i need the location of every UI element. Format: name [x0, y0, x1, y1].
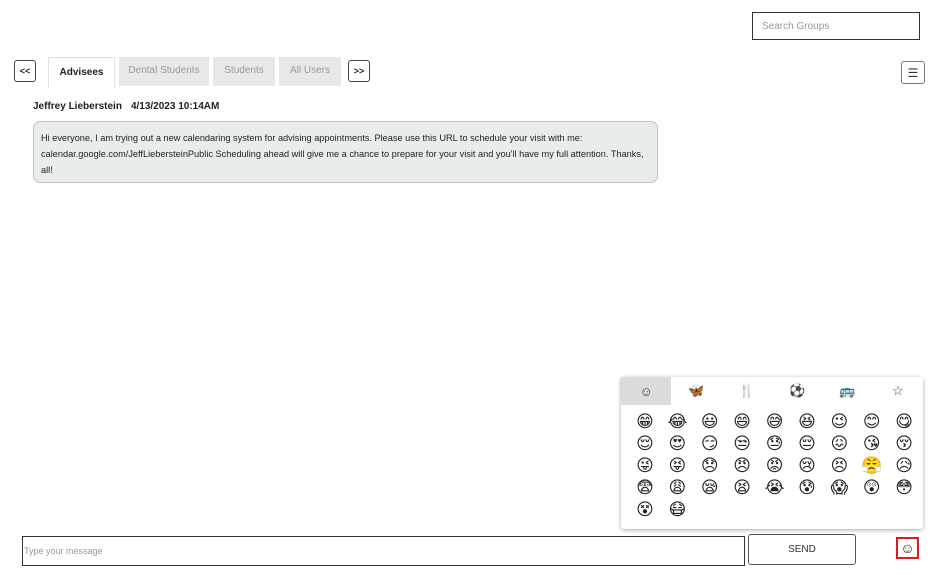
star-category-icon[interactable]: ☆ [873, 377, 923, 405]
emoji-item[interactable]: 😣 [828, 455, 850, 477]
tab-advisees[interactable]: Advisees [48, 57, 115, 88]
emoji-item[interactable]: 😜 [634, 455, 656, 477]
emoji-item[interactable]: 😒 [731, 433, 753, 455]
message-author: Jeffrey Lieberstein [33, 101, 122, 112]
tab-all-users[interactable]: All Users [279, 57, 341, 86]
emoji-item[interactable]: 😏 [699, 433, 721, 455]
menu-button[interactable]: ☰ [901, 61, 925, 84]
smiley-category-icon[interactable]: ☺ [621, 377, 672, 405]
message-header: Jeffrey Lieberstein 4/13/2023 10:14AM [33, 101, 219, 112]
send-button[interactable]: SEND [748, 534, 856, 565]
emoji-item[interactable]: 😃 [699, 411, 721, 433]
emoji-item[interactable]: 😅 [764, 411, 786, 433]
tab-dental-students[interactable]: Dental Students [119, 57, 209, 86]
emoji-item[interactable]: 😰 [796, 477, 818, 499]
emoji-item[interactable]: 😤 [861, 455, 883, 477]
emoji-grid: 😁 😂 😃 😄 😅 😆 😉 😊 😋 😌 😍 😏 😒 😓 😔 😖 😘 😚 😜 😝 😞 😠 😡 😢 😣 😤 😥 😨 😩 😪 😫 😭 😰 😱 😲 😳 😵 😷 [634, 411, 924, 521]
emoji-item[interactable]: 😥 [893, 455, 915, 477]
emoji-item[interactable]: 😄 [731, 411, 753, 433]
tab-students[interactable]: Students [213, 57, 275, 86]
emoji-item[interactable]: 😁 [634, 411, 656, 433]
emoji-item[interactable]: 😷 [666, 499, 688, 521]
search-groups-input[interactable] [752, 12, 920, 40]
emoji-item[interactable]: 😩 [666, 477, 688, 499]
emoji-picker-button[interactable]: ☺ [896, 537, 919, 559]
emoji-item[interactable]: 😡 [764, 455, 786, 477]
emoji-item[interactable]: 😌 [634, 433, 656, 455]
message-input[interactable] [22, 536, 745, 566]
ball-category-icon[interactable]: ⚽ [772, 377, 822, 405]
emoji-item[interactable]: 😫 [731, 477, 753, 499]
emoji-item[interactable]: 😂 [666, 411, 688, 433]
emoji-item[interactable]: 😵 [634, 499, 656, 521]
message-body: Hi everyone, I am trying out a new calen… [41, 133, 644, 175]
butterfly-category-icon[interactable]: 🦋 [671, 377, 721, 405]
message-timestamp: 4/13/2023 10:14AM [130, 101, 220, 112]
smiley-icon: ☺ [900, 540, 915, 556]
emoji-item[interactable]: 😝 [666, 455, 688, 477]
message-bubble: Hi everyone, I am trying out a new calen… [33, 121, 658, 183]
emoji-item[interactable]: 😓 [764, 433, 786, 455]
emoji-item[interactable]: 😭 [764, 477, 786, 499]
hamburger-menu-icon: ☰ [907, 65, 919, 80]
emoji-picker: ☺ 🦋 🍴 ⚽ 🚌 ☆ 😁 😂 😃 😄 😅 😆 😉 😊 😋 😌 😍 😏 😒 😓 😔 😖 😘 😚 😜 😝 😞 😠 😡 😢 😣 😤 😥 😨… [621, 377, 923, 529]
emoji-item[interactable]: 😱 [828, 477, 850, 499]
emoji-item[interactable]: 😲 [861, 477, 883, 499]
emoji-item[interactable]: 😆 [796, 411, 818, 433]
emoji-item[interactable]: 😘 [861, 433, 883, 455]
emoji-item[interactable]: 😠 [731, 455, 753, 477]
emoji-item[interactable]: 😉 [828, 411, 850, 433]
emoji-item[interactable]: 😖 [828, 433, 850, 455]
emoji-item[interactable]: 😞 [699, 455, 721, 477]
emoji-item[interactable]: 😋 [893, 411, 915, 433]
emoji-item[interactable]: 😚 [893, 433, 915, 455]
emoji-item[interactable]: 😨 [634, 477, 656, 499]
emoji-category-tabs: ☺ 🦋 🍴 ⚽ 🚌 ☆ [621, 377, 923, 405]
next-tabs-button[interactable]: >> [348, 60, 370, 82]
emoji-item[interactable]: 😳 [893, 477, 915, 499]
emoji-item[interactable]: 😔 [796, 433, 818, 455]
prev-tabs-button[interactable]: << [14, 60, 36, 82]
bus-category-icon[interactable]: 🚌 [822, 377, 872, 405]
utensils-category-icon[interactable]: 🍴 [722, 377, 772, 405]
emoji-item[interactable]: 😢 [796, 455, 818, 477]
emoji-item[interactable]: 😊 [861, 411, 883, 433]
emoji-item[interactable]: 😍 [666, 433, 688, 455]
emoji-item[interactable]: 😪 [699, 477, 721, 499]
